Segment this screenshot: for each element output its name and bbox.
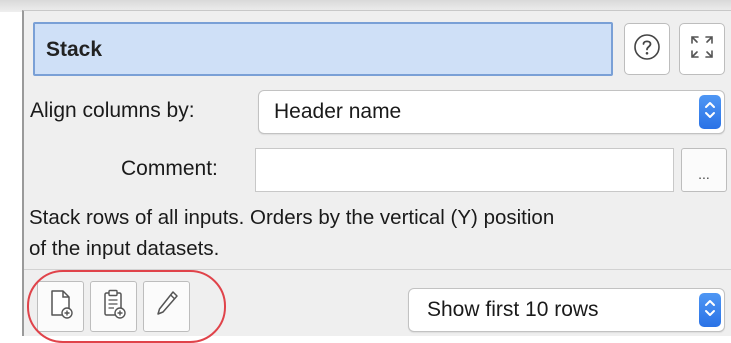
up-down-chevron-icon	[704, 99, 716, 126]
question-circle-icon	[633, 33, 661, 66]
title-field[interactable]: Stack	[33, 22, 613, 76]
description-line-2: of the input datasets.	[29, 237, 220, 260]
align-columns-select[interactable]: Header name	[258, 90, 725, 134]
transform-panel: Stack Align columns by: Header name Comm…	[22, 10, 731, 343]
preview-rows-select[interactable]: Show first 10 rows	[408, 288, 725, 332]
align-columns-label: Align columns by:	[30, 99, 195, 122]
align-columns-value: Header name	[274, 100, 402, 123]
rows-select-stepper	[699, 293, 721, 327]
preview-rows-value: Show first 10 rows	[427, 298, 599, 321]
description: Stack rows of all inputs. Orders by the …	[29, 202, 729, 264]
up-down-chevron-icon	[704, 297, 716, 324]
expand-button[interactable]	[679, 23, 725, 75]
help-button[interactable]	[624, 23, 670, 75]
panel-title: Stack	[46, 38, 103, 61]
expand-arrows-icon	[687, 32, 717, 67]
highlight-circle	[27, 270, 226, 343]
comment-label: Comment:	[121, 157, 218, 180]
comment-edit-button[interactable]: ...	[681, 148, 727, 192]
select-stepper	[699, 95, 721, 129]
comment-input[interactable]	[255, 148, 674, 192]
description-line-1: Stack rows of all inputs. Orders by the …	[29, 206, 555, 229]
